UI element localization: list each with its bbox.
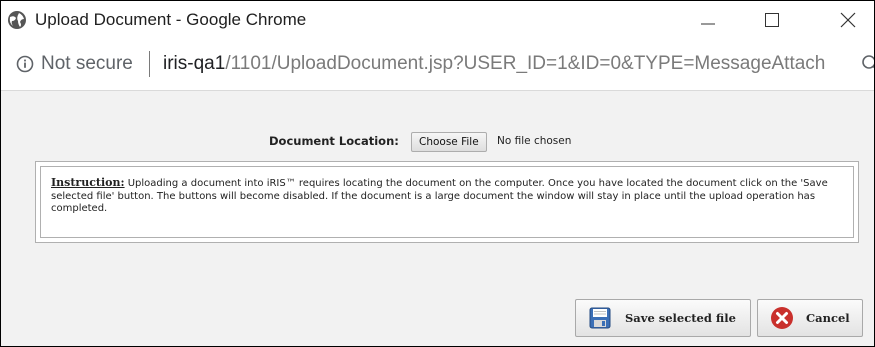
cancel-button-label: Cancel (806, 311, 850, 325)
cancel-button[interactable]: Cancel (757, 299, 863, 337)
close-button[interactable] (821, 1, 874, 39)
url-host: iris-qa1 (163, 53, 226, 74)
instruction-text: Uploading a document into iRIS™ requires… (51, 178, 828, 214)
browser-window: Upload Document - Google Chrome Not secu… (0, 0, 875, 347)
close-icon (840, 12, 856, 28)
address-bar[interactable]: Not secure iris-qa1/1101/UploadDocument.… (1, 39, 874, 91)
address-divider (149, 51, 150, 77)
info-icon[interactable] (16, 55, 34, 73)
cancel-x-icon (771, 307, 793, 329)
title-bar: Upload Document - Google Chrome (1, 1, 874, 39)
window-title: Upload Document - Google Chrome (35, 10, 307, 29)
maximize-button[interactable] (745, 1, 799, 39)
security-label[interactable]: Not secure (41, 53, 133, 75)
document-location-row: Document Location: Choose File No file c… (1, 132, 874, 152)
minimize-icon (701, 23, 715, 25)
globe-icon (8, 11, 26, 29)
zoom-icon[interactable] (861, 54, 875, 74)
instruction-heading: Instruction: (51, 176, 125, 189)
page-content: Document Location: Choose File No file c… (1, 91, 874, 346)
floppy-disk-icon (589, 307, 611, 329)
instruction-box: Instruction: Uploading a document into i… (35, 161, 859, 243)
save-selected-file-button[interactable]: Save selected file (575, 299, 751, 337)
save-button-label: Save selected file (625, 311, 736, 325)
maximize-icon (765, 13, 779, 27)
instruction-panel: Instruction: Uploading a document into i… (40, 166, 854, 238)
url-text[interactable]: iris-qa1/1101/UploadDocument.jsp?USER_ID… (163, 53, 825, 75)
url-path: /1101/UploadDocument.jsp?USER_ID=1&ID=0&… (225, 53, 826, 74)
minimize-button[interactable] (681, 1, 735, 39)
file-status-text: No file chosen (497, 135, 572, 147)
choose-file-button[interactable]: Choose File (411, 132, 487, 152)
document-location-label: Document Location: (269, 134, 399, 148)
